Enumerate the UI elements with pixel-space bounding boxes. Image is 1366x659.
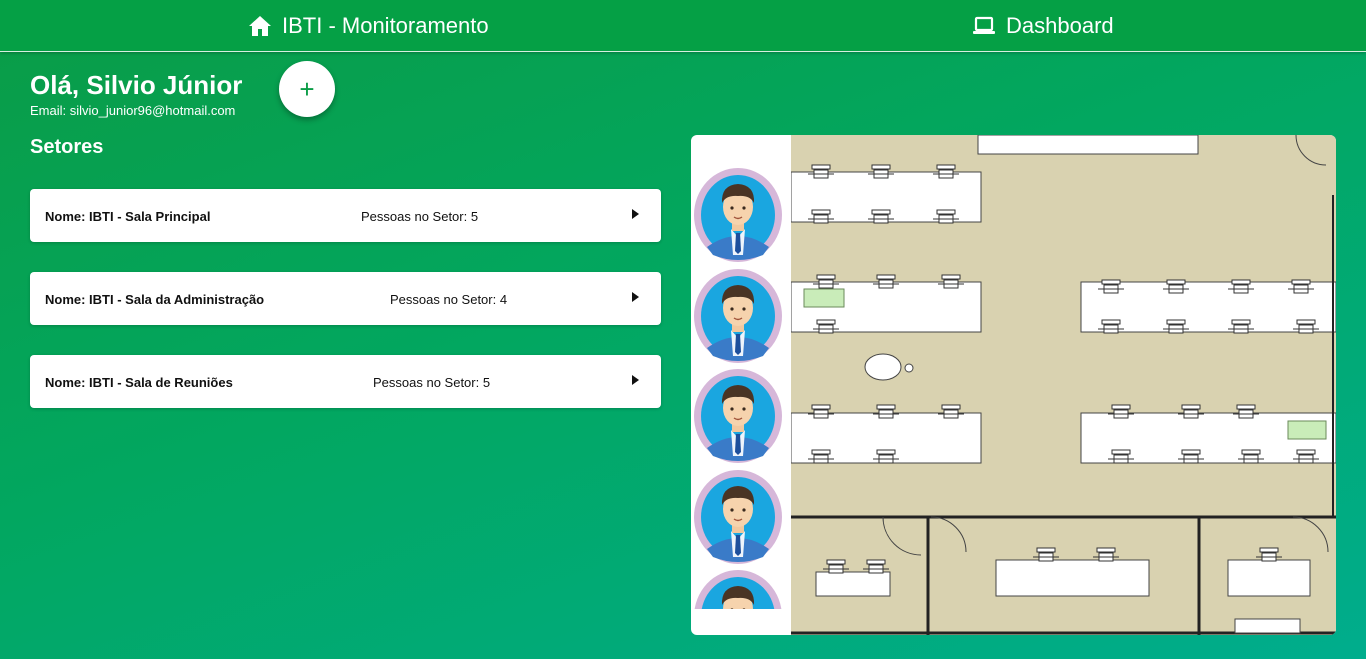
home-icon xyxy=(249,15,271,36)
sector-name: Nome: IBTI - Sala Principal xyxy=(45,209,211,224)
sector-people-count: Pessoas no Setor: 4 xyxy=(390,292,508,307)
sector-card[interactable]: Nome: IBTI - Sala de Reuniões Pessoas no… xyxy=(30,355,661,408)
nav-dashboard-link[interactable]: Dashboard xyxy=(972,0,1114,51)
person-avatar-icon[interactable] xyxy=(693,368,783,464)
laptop-icon xyxy=(973,16,995,34)
sectors-heading: Setores xyxy=(30,136,104,158)
sector-card[interactable]: Nome: IBTI - Sala da Administração Pesso… xyxy=(30,272,661,325)
person-avatar-icon[interactable] xyxy=(693,268,783,364)
caret-right-icon xyxy=(632,375,639,385)
nav-home-link[interactable]: IBTI - Monitoramento xyxy=(248,0,489,51)
nav-dashboard-label: Dashboard xyxy=(1006,12,1114,38)
caret-right-icon xyxy=(632,209,639,219)
person-avatar-icon[interactable] xyxy=(693,569,783,609)
sector-card[interactable]: Nome: IBTI - Sala Principal Pessoas no S… xyxy=(30,189,661,242)
person-avatar-icon[interactable] xyxy=(693,469,783,565)
floor-plan xyxy=(791,135,1336,635)
person-avatar-icon[interactable] xyxy=(693,167,783,263)
user-email: Email: silvio_junior96@hotmail.com xyxy=(30,103,236,118)
sector-people-count: Pessoas no Setor: 5 xyxy=(361,209,479,224)
map-panel xyxy=(691,135,1336,635)
sector-people-count: Pessoas no Setor: 5 xyxy=(373,375,491,390)
top-navbar: IBTI - Monitoramento Dashboard xyxy=(0,0,1366,52)
sector-name: Nome: IBTI - Sala de Reuniões xyxy=(45,375,233,390)
sector-name: Nome: IBTI - Sala da Administração xyxy=(45,292,265,307)
nav-home-label: IBTI - Monitoramento xyxy=(282,12,489,38)
caret-right-icon xyxy=(632,292,639,302)
people-avatar-list[interactable] xyxy=(691,135,791,609)
user-greeting: Olá, Silvio Júnior xyxy=(30,70,243,100)
add-sector-button[interactable]: + xyxy=(279,61,335,117)
